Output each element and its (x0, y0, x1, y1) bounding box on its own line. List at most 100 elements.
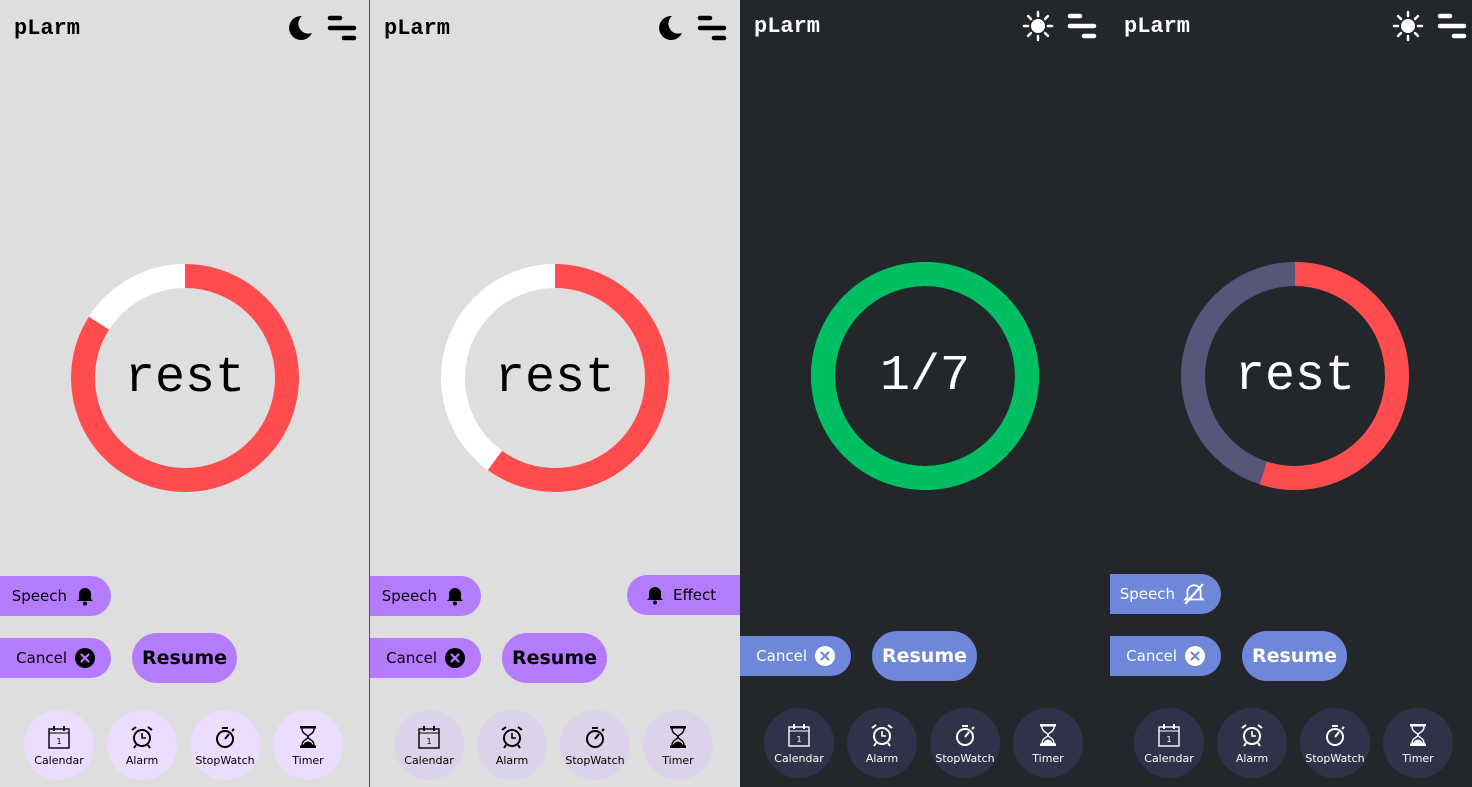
nav-label: Calendar (774, 751, 824, 765)
speech-toggle-button[interactable]: Speech (0, 576, 111, 616)
stopwatch-icon (1322, 722, 1348, 748)
hourglass-icon (665, 724, 691, 750)
nav-label: Timer (662, 753, 694, 767)
bell-icon (445, 586, 465, 606)
stopwatch-icon (952, 722, 978, 748)
speech-toggle-button[interactable]: Speech (1110, 574, 1221, 614)
app-logo: pLarm (14, 16, 81, 41)
nav-label: StopWatch (565, 753, 625, 767)
nav-alarm[interactable]: Alarm (847, 708, 917, 778)
nav-calendar[interactable]: 1 Calendar (24, 710, 94, 780)
app-screen: pLarm rest Speech Cancel Resume 1 Calendar Al… (1110, 0, 1472, 787)
nav-label: Alarm (495, 753, 529, 767)
nav-stopwatch[interactable]: StopWatch (560, 710, 630, 780)
svg-text:1: 1 (426, 737, 431, 746)
nav-timer[interactable]: Timer (1013, 708, 1083, 778)
resume-button[interactable]: Resume (502, 633, 607, 683)
nav-timer[interactable]: Timer (1383, 708, 1453, 778)
sun-icon[interactable] (1392, 10, 1424, 42)
cancel-button[interactable]: Cancel (740, 636, 851, 676)
calendar-icon: 1 (786, 722, 812, 748)
cancel-label: Cancel (386, 649, 437, 667)
svg-text:1: 1 (796, 735, 801, 744)
nav-alarm[interactable]: Alarm (477, 710, 547, 780)
app-screen: pLarm rest Speech Cancel Resume 1 Calendar Al… (0, 0, 370, 787)
app-logo: pLarm (384, 16, 451, 41)
ring-label: rest (124, 349, 246, 407)
screens: pLarm rest Speech Cancel Resume 1 Calendar Al… (0, 0, 1472, 787)
nav-stopwatch[interactable]: StopWatch (190, 710, 260, 780)
effect-label: Effect (673, 586, 717, 604)
calendar-icon: 1 (46, 724, 72, 750)
app-logo: pLarm (1124, 14, 1191, 39)
speech-label: Speech (1119, 585, 1175, 603)
speech-label: Speech (381, 587, 437, 605)
nav-label: Timer (292, 753, 324, 767)
bell-slash-icon (1183, 583, 1205, 605)
close-circle-icon (445, 648, 465, 668)
nav-label: StopWatch (935, 751, 995, 765)
app-logo: pLarm (754, 14, 821, 39)
nav-calendar[interactable]: 1 Calendar (1134, 708, 1204, 778)
ring-label: rest (1234, 347, 1356, 405)
nav-label: Calendar (1144, 751, 1194, 765)
stopwatch-icon (212, 724, 238, 750)
nav-label: Calendar (404, 753, 454, 767)
ring-label: rest (494, 349, 616, 407)
alarm-clock-icon (499, 724, 525, 750)
hourglass-icon (295, 724, 321, 750)
calendar-icon: 1 (1156, 722, 1182, 748)
ring-label: 1/7 (879, 347, 970, 405)
resume-button[interactable]: Resume (132, 633, 237, 683)
nav-label: Alarm (1235, 751, 1269, 765)
menu-icon[interactable] (1066, 10, 1098, 42)
alarm-clock-icon (129, 724, 155, 750)
nav-calendar[interactable]: 1 Calendar (394, 710, 464, 780)
alarm-clock-icon (1239, 722, 1265, 748)
menu-icon[interactable] (696, 12, 728, 44)
nav-timer[interactable]: Timer (273, 710, 343, 780)
nav-label: Alarm (865, 751, 899, 765)
moon-icon[interactable] (652, 12, 684, 44)
moon-icon[interactable] (282, 12, 314, 44)
hourglass-icon (1405, 722, 1431, 748)
cancel-label: Cancel (16, 649, 67, 667)
resume-button[interactable]: Resume (1242, 631, 1347, 681)
nav-alarm[interactable]: Alarm (107, 710, 177, 780)
cancel-label: Cancel (1126, 647, 1177, 665)
speech-toggle-button[interactable]: Speech (370, 576, 481, 616)
sun-icon[interactable] (1022, 10, 1054, 42)
cancel-button[interactable]: Cancel (370, 638, 481, 678)
nav-label: Timer (1402, 751, 1434, 765)
nav-label: StopWatch (195, 753, 255, 767)
svg-text:1: 1 (1166, 735, 1171, 744)
cancel-button[interactable]: Cancel (0, 638, 111, 678)
nav-timer[interactable]: Timer (643, 710, 713, 780)
stopwatch-icon (582, 724, 608, 750)
cancel-button[interactable]: Cancel (1110, 636, 1221, 676)
nav-label: Calendar (34, 753, 84, 767)
app-screen: pLarm 1/7 Cancel Resume 1 Calendar Alarm Stop… (740, 0, 1110, 787)
hourglass-icon (1035, 722, 1061, 748)
close-circle-icon (75, 648, 95, 668)
effect-toggle-button[interactable]: Effect (627, 575, 740, 615)
menu-icon[interactable] (1436, 10, 1468, 42)
nav-alarm[interactable]: Alarm (1217, 708, 1287, 778)
resume-button[interactable]: Resume (872, 631, 977, 681)
speech-label: Speech (11, 587, 67, 605)
nav-label: Alarm (125, 753, 159, 767)
close-circle-icon (1185, 646, 1205, 666)
nav-label: StopWatch (1305, 751, 1365, 765)
bell-icon (75, 586, 95, 606)
nav-stopwatch[interactable]: StopWatch (1300, 708, 1370, 778)
menu-icon[interactable] (326, 12, 358, 44)
nav-calendar[interactable]: 1 Calendar (764, 708, 834, 778)
calendar-icon: 1 (416, 724, 442, 750)
bell-icon (645, 585, 665, 605)
close-circle-icon (815, 646, 835, 666)
alarm-clock-icon (869, 722, 895, 748)
nav-label: Timer (1032, 751, 1064, 765)
nav-stopwatch[interactable]: StopWatch (930, 708, 1000, 778)
svg-text:1: 1 (56, 737, 61, 746)
app-screen: pLarm rest Speech Effect Cancel Resume 1 Cale… (370, 0, 740, 787)
